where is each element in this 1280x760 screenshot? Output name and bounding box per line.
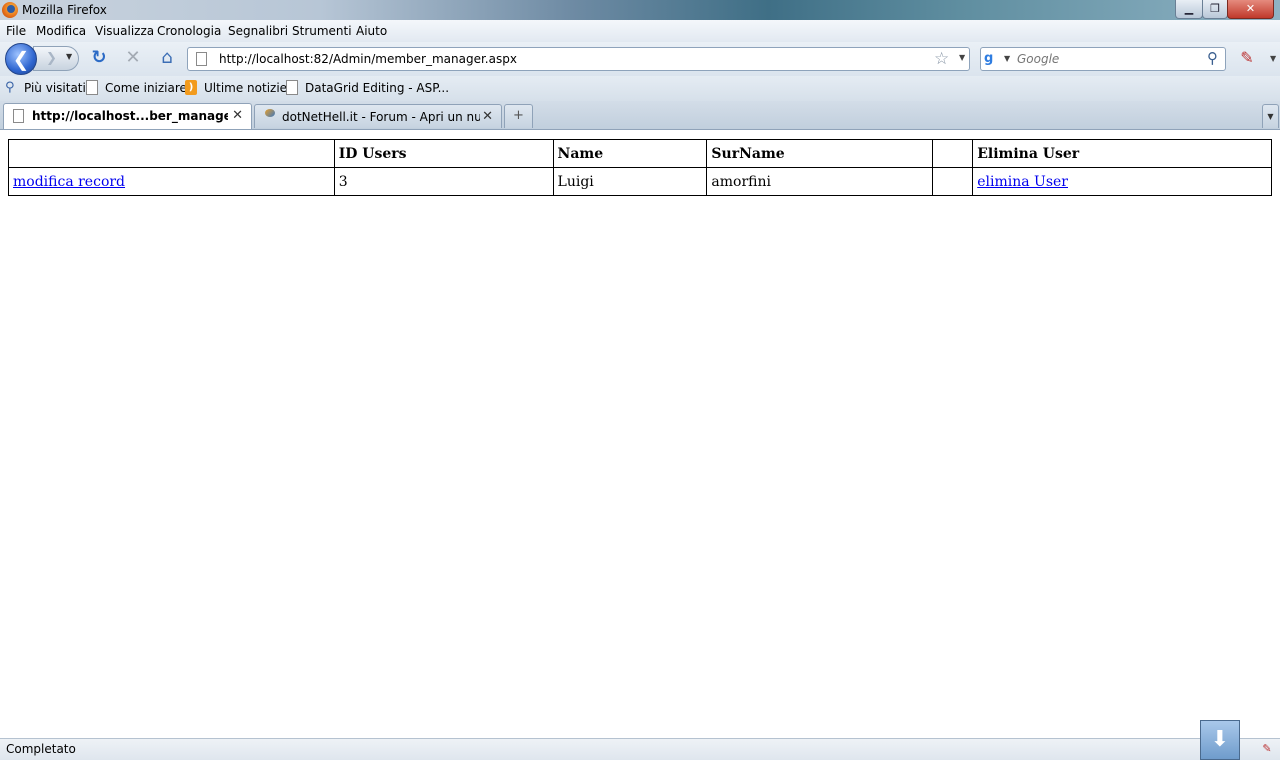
- minimize-button[interactable]: ▁: [1175, 0, 1203, 19]
- new-tab-button[interactable]: +: [504, 104, 533, 128]
- download-arrow-icon[interactable]: ⬇: [1200, 720, 1240, 760]
- most-visited-icon: ⚲: [5, 80, 15, 95]
- engine-dropdown-icon[interactable]: ▼: [1004, 54, 1010, 63]
- cell-blank: [932, 167, 974, 196]
- page-icon: [86, 80, 98, 95]
- tab-label: dotNetHell.it - Forum - Apri un nuo...: [282, 110, 480, 124]
- table-row: modifica record 3 Luigi amorfini elimina…: [8, 167, 1272, 196]
- close-tab-icon[interactable]: ✕: [232, 108, 243, 123]
- header-surname: SurName: [706, 139, 934, 168]
- window-title-bar: Mozilla Firefox ▁ ❐ ✕: [0, 0, 1280, 20]
- close-tab-icon[interactable]: ✕: [482, 109, 493, 124]
- page-icon: [13, 109, 24, 123]
- header-blank: [932, 139, 974, 168]
- site-identity-icon[interactable]: [196, 52, 207, 66]
- bookmark-latest-headlines[interactable]: Ultime notizie: [204, 81, 287, 95]
- bookmark-getting-started[interactable]: Come iniziare: [105, 81, 187, 95]
- url-bar[interactable]: http://localhost:82/Admin/member_manager…: [187, 47, 970, 71]
- cell-name: Luigi: [552, 167, 708, 196]
- menu-modifica[interactable]: Modifica: [36, 24, 86, 38]
- status-text: Completato: [6, 742, 76, 756]
- cell-edit: modifica record: [8, 167, 335, 196]
- rss-icon: ): [185, 80, 197, 95]
- list-all-tabs-button[interactable]: ▼: [1262, 104, 1279, 128]
- page-content: ID Users Name SurName Elimina User modif…: [0, 130, 1280, 738]
- search-bar[interactable]: g ▼ ⚲: [980, 47, 1226, 71]
- elimina-user-link[interactable]: elimina User: [977, 174, 1068, 190]
- history-dropdown-icon[interactable]: ▼: [66, 52, 72, 61]
- google-engine-icon[interactable]: g: [984, 51, 993, 66]
- menu-aiuto[interactable]: Aiuto: [356, 24, 387, 38]
- menu-strumenti[interactable]: Strumenti: [292, 24, 352, 38]
- url-text[interactable]: http://localhost:82/Admin/member_manager…: [219, 52, 517, 66]
- header-elimina-user: Elimina User: [972, 139, 1272, 168]
- cell-delete: elimina User: [972, 167, 1272, 196]
- close-window-button[interactable]: ✕: [1227, 0, 1274, 19]
- stop-icon[interactable]: ✕: [122, 47, 144, 69]
- modifica-record-link[interactable]: modifica record: [13, 174, 125, 190]
- header-name: Name: [552, 139, 708, 168]
- menu-file[interactable]: File: [6, 24, 26, 38]
- tab-member-manager[interactable]: http://localhost...ber_manager.aspx ✕: [3, 103, 252, 129]
- web-clip-pen-icon[interactable]: ✎: [1236, 47, 1258, 69]
- header-id-users: ID Users: [333, 139, 554, 168]
- menu-bar: File Modifica Visualizza Cronologia Segn…: [0, 20, 1280, 42]
- back-button[interactable]: ❮: [5, 43, 37, 75]
- search-icon[interactable]: ⚲: [1207, 49, 1218, 67]
- toolbar-overflow-dropdown-icon[interactable]: ▼: [1270, 54, 1276, 63]
- menu-segnalibri[interactable]: Segnalibri: [228, 24, 288, 38]
- member-data-grid: ID Users Name SurName Elimina User modif…: [8, 139, 1272, 196]
- menu-visualizza[interactable]: Visualizza: [95, 24, 154, 38]
- status-addon-icon[interactable]: ✎: [1260, 742, 1274, 756]
- bookmark-star-icon[interactable]: ☆: [934, 49, 949, 69]
- firefox-logo-icon: [2, 2, 18, 18]
- bookmark-most-visited[interactable]: Più visitati: [24, 81, 86, 95]
- header-edit: [8, 139, 335, 168]
- status-bar: Completato ✎: [0, 738, 1280, 760]
- url-history-dropdown-icon[interactable]: ▼: [959, 53, 965, 62]
- maximize-button[interactable]: ❐: [1202, 0, 1228, 19]
- home-icon[interactable]: ⌂: [156, 47, 178, 69]
- search-input[interactable]: [1017, 50, 1197, 68]
- menu-cronologia[interactable]: Cronologia: [157, 24, 221, 38]
- bookmark-datagrid-editing[interactable]: DataGrid Editing - ASP...: [305, 81, 449, 95]
- cell-surname: amorfini: [706, 167, 934, 196]
- window-title: Mozilla Firefox: [22, 3, 107, 17]
- table-header-row: ID Users Name SurName Elimina User: [8, 139, 1272, 168]
- page-icon: [286, 80, 298, 95]
- reload-icon[interactable]: ↻: [88, 47, 110, 69]
- dotnethell-favicon-icon: [263, 109, 277, 125]
- cell-id: 3: [333, 167, 554, 196]
- tab-label: http://localhost...ber_manager.aspx: [32, 109, 228, 123]
- tab-dotnethell-forum[interactable]: dotNetHell.it - Forum - Apri un nuo... ✕: [254, 104, 502, 128]
